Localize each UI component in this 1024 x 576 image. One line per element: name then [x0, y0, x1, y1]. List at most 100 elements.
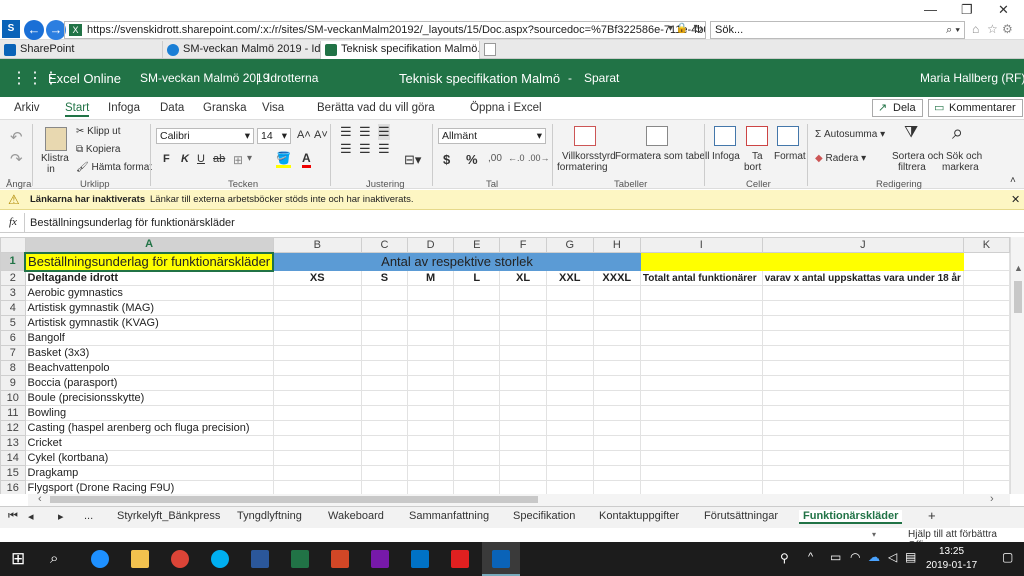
cell[interactable] — [499, 390, 547, 406]
cell[interactable] — [499, 345, 547, 361]
cell[interactable] — [639, 450, 763, 466]
cell[interactable] — [406, 300, 455, 316]
cell[interactable] — [272, 300, 362, 316]
cell[interactable] — [453, 405, 501, 421]
delete-cells-label-2[interactable]: bort — [744, 162, 761, 173]
clock-date[interactable]: 2019-01-17 — [926, 560, 977, 571]
delete-cells-icon[interactable] — [746, 126, 768, 146]
cell[interactable]: XS — [272, 270, 362, 286]
cell[interactable] — [761, 315, 964, 331]
comma-style-icon[interactable]: ,00 — [488, 153, 502, 164]
row-header[interactable]: 12 — [0, 420, 26, 436]
column-header[interactable]: C — [360, 237, 409, 253]
tab-granska[interactable]: Granska — [203, 102, 246, 114]
address-bar[interactable]: X https://svenskidrott.sharepoint.com/:x… — [64, 21, 706, 39]
windows-start-icon[interactable]: ⊞ — [11, 549, 25, 569]
sheet-tab[interactable]: Tyngdlyftning — [237, 510, 302, 522]
cell[interactable]: S — [360, 270, 409, 286]
cell[interactable]: Artistisk gymnastik (MAG) — [24, 300, 274, 316]
cell[interactable] — [499, 330, 547, 346]
cell[interactable] — [453, 435, 501, 451]
people-icon[interactable]: ⚲ — [780, 551, 789, 565]
cell[interactable] — [962, 330, 1010, 346]
cell[interactable] — [962, 390, 1010, 406]
cut-button[interactable]: ✂ Klipp ut — [76, 126, 121, 137]
cell[interactable] — [962, 345, 1010, 361]
cell[interactable] — [453, 345, 501, 361]
cell[interactable] — [499, 420, 547, 436]
cell[interactable] — [360, 345, 409, 361]
cell[interactable] — [592, 345, 641, 361]
cell[interactable] — [499, 285, 547, 301]
cell[interactable] — [272, 390, 362, 406]
volume-icon[interactable]: ◁ — [888, 550, 897, 564]
row-header[interactable]: 10 — [0, 390, 26, 406]
bold-button[interactable]: F — [163, 153, 170, 165]
cell[interactable] — [406, 450, 455, 466]
cell[interactable] — [962, 315, 1010, 331]
cell[interactable] — [639, 315, 763, 331]
cell[interactable] — [360, 435, 409, 451]
cell[interactable] — [406, 315, 455, 331]
column-header[interactable]: E — [453, 237, 501, 253]
delete-cells-label[interactable]: Ta — [752, 151, 763, 162]
cell[interactable] — [360, 465, 409, 481]
row-header[interactable]: 15 — [0, 465, 26, 481]
format-table-label[interactable]: Formatera som tabell — [615, 151, 709, 162]
cell[interactable] — [272, 435, 362, 451]
cell[interactable] — [761, 345, 964, 361]
sort-filter-label[interactable]: Sortera och — [892, 151, 944, 162]
cell[interactable]: Totalt antal funktionärer — [639, 270, 763, 286]
close-icon[interactable]: ✕ — [998, 2, 1009, 18]
cell[interactable] — [639, 330, 763, 346]
cell[interactable] — [499, 465, 547, 481]
cell[interactable] — [592, 390, 641, 406]
cell[interactable] — [406, 330, 455, 346]
prev-sheet-icon[interactable]: ◂ — [28, 510, 34, 523]
cell[interactable] — [592, 285, 641, 301]
cell[interactable] — [639, 390, 763, 406]
cell[interactable] — [592, 480, 641, 494]
skype-icon[interactable] — [211, 550, 229, 568]
browser-tab-sharepoint[interactable]: SharePoint — [0, 41, 160, 59]
cell[interactable] — [545, 375, 594, 391]
cell[interactable] — [962, 285, 1010, 301]
add-sheet-button[interactable]: + — [928, 508, 936, 523]
cell[interactable] — [761, 330, 964, 346]
cell[interactable] — [592, 435, 641, 451]
cell[interactable] — [761, 405, 964, 421]
cell[interactable] — [639, 345, 763, 361]
vertical-scrollbar[interactable]: ▲ — [1010, 237, 1024, 494]
row-header[interactable]: 5 — [0, 315, 26, 331]
word-icon[interactable] — [251, 550, 269, 568]
align-left-icon[interactable]: ☰ — [340, 141, 352, 157]
row-header[interactable]: 7 — [0, 345, 26, 361]
paste-label-2[interactable]: in — [47, 164, 55, 175]
cell[interactable] — [962, 270, 1010, 286]
font-color-icon[interactable]: A — [302, 151, 311, 168]
favorites-icon[interactable]: ☆ — [987, 22, 998, 36]
redo-icon[interactable]: ↷ — [10, 150, 23, 168]
notifications-icon[interactable]: ▢ — [1002, 550, 1013, 564]
decrease-decimal-icon[interactable]: .00→ — [528, 153, 550, 163]
new-tab-icon[interactable] — [484, 43, 496, 56]
cell[interactable] — [272, 285, 362, 301]
cell[interactable] — [592, 330, 641, 346]
cell[interactable] — [962, 300, 1010, 316]
cell[interactable] — [453, 375, 501, 391]
cell[interactable] — [639, 405, 763, 421]
cell[interactable] — [545, 390, 594, 406]
find-icon[interactable]: ⌕ — [952, 122, 963, 145]
row-header[interactable]: 3 — [0, 285, 26, 301]
cell[interactable] — [962, 405, 1010, 421]
cell[interactable] — [360, 375, 409, 391]
cell[interactable] — [272, 465, 362, 481]
conditional-format-icon[interactable] — [574, 126, 596, 146]
forward-icon[interactable]: → — [46, 20, 66, 40]
cell[interactable]: L — [453, 270, 501, 286]
cell[interactable] — [545, 360, 594, 376]
cell[interactable] — [272, 330, 362, 346]
row-header[interactable]: 2 — [0, 270, 26, 286]
cell[interactable] — [272, 360, 362, 376]
percent-button[interactable]: % — [466, 152, 478, 167]
